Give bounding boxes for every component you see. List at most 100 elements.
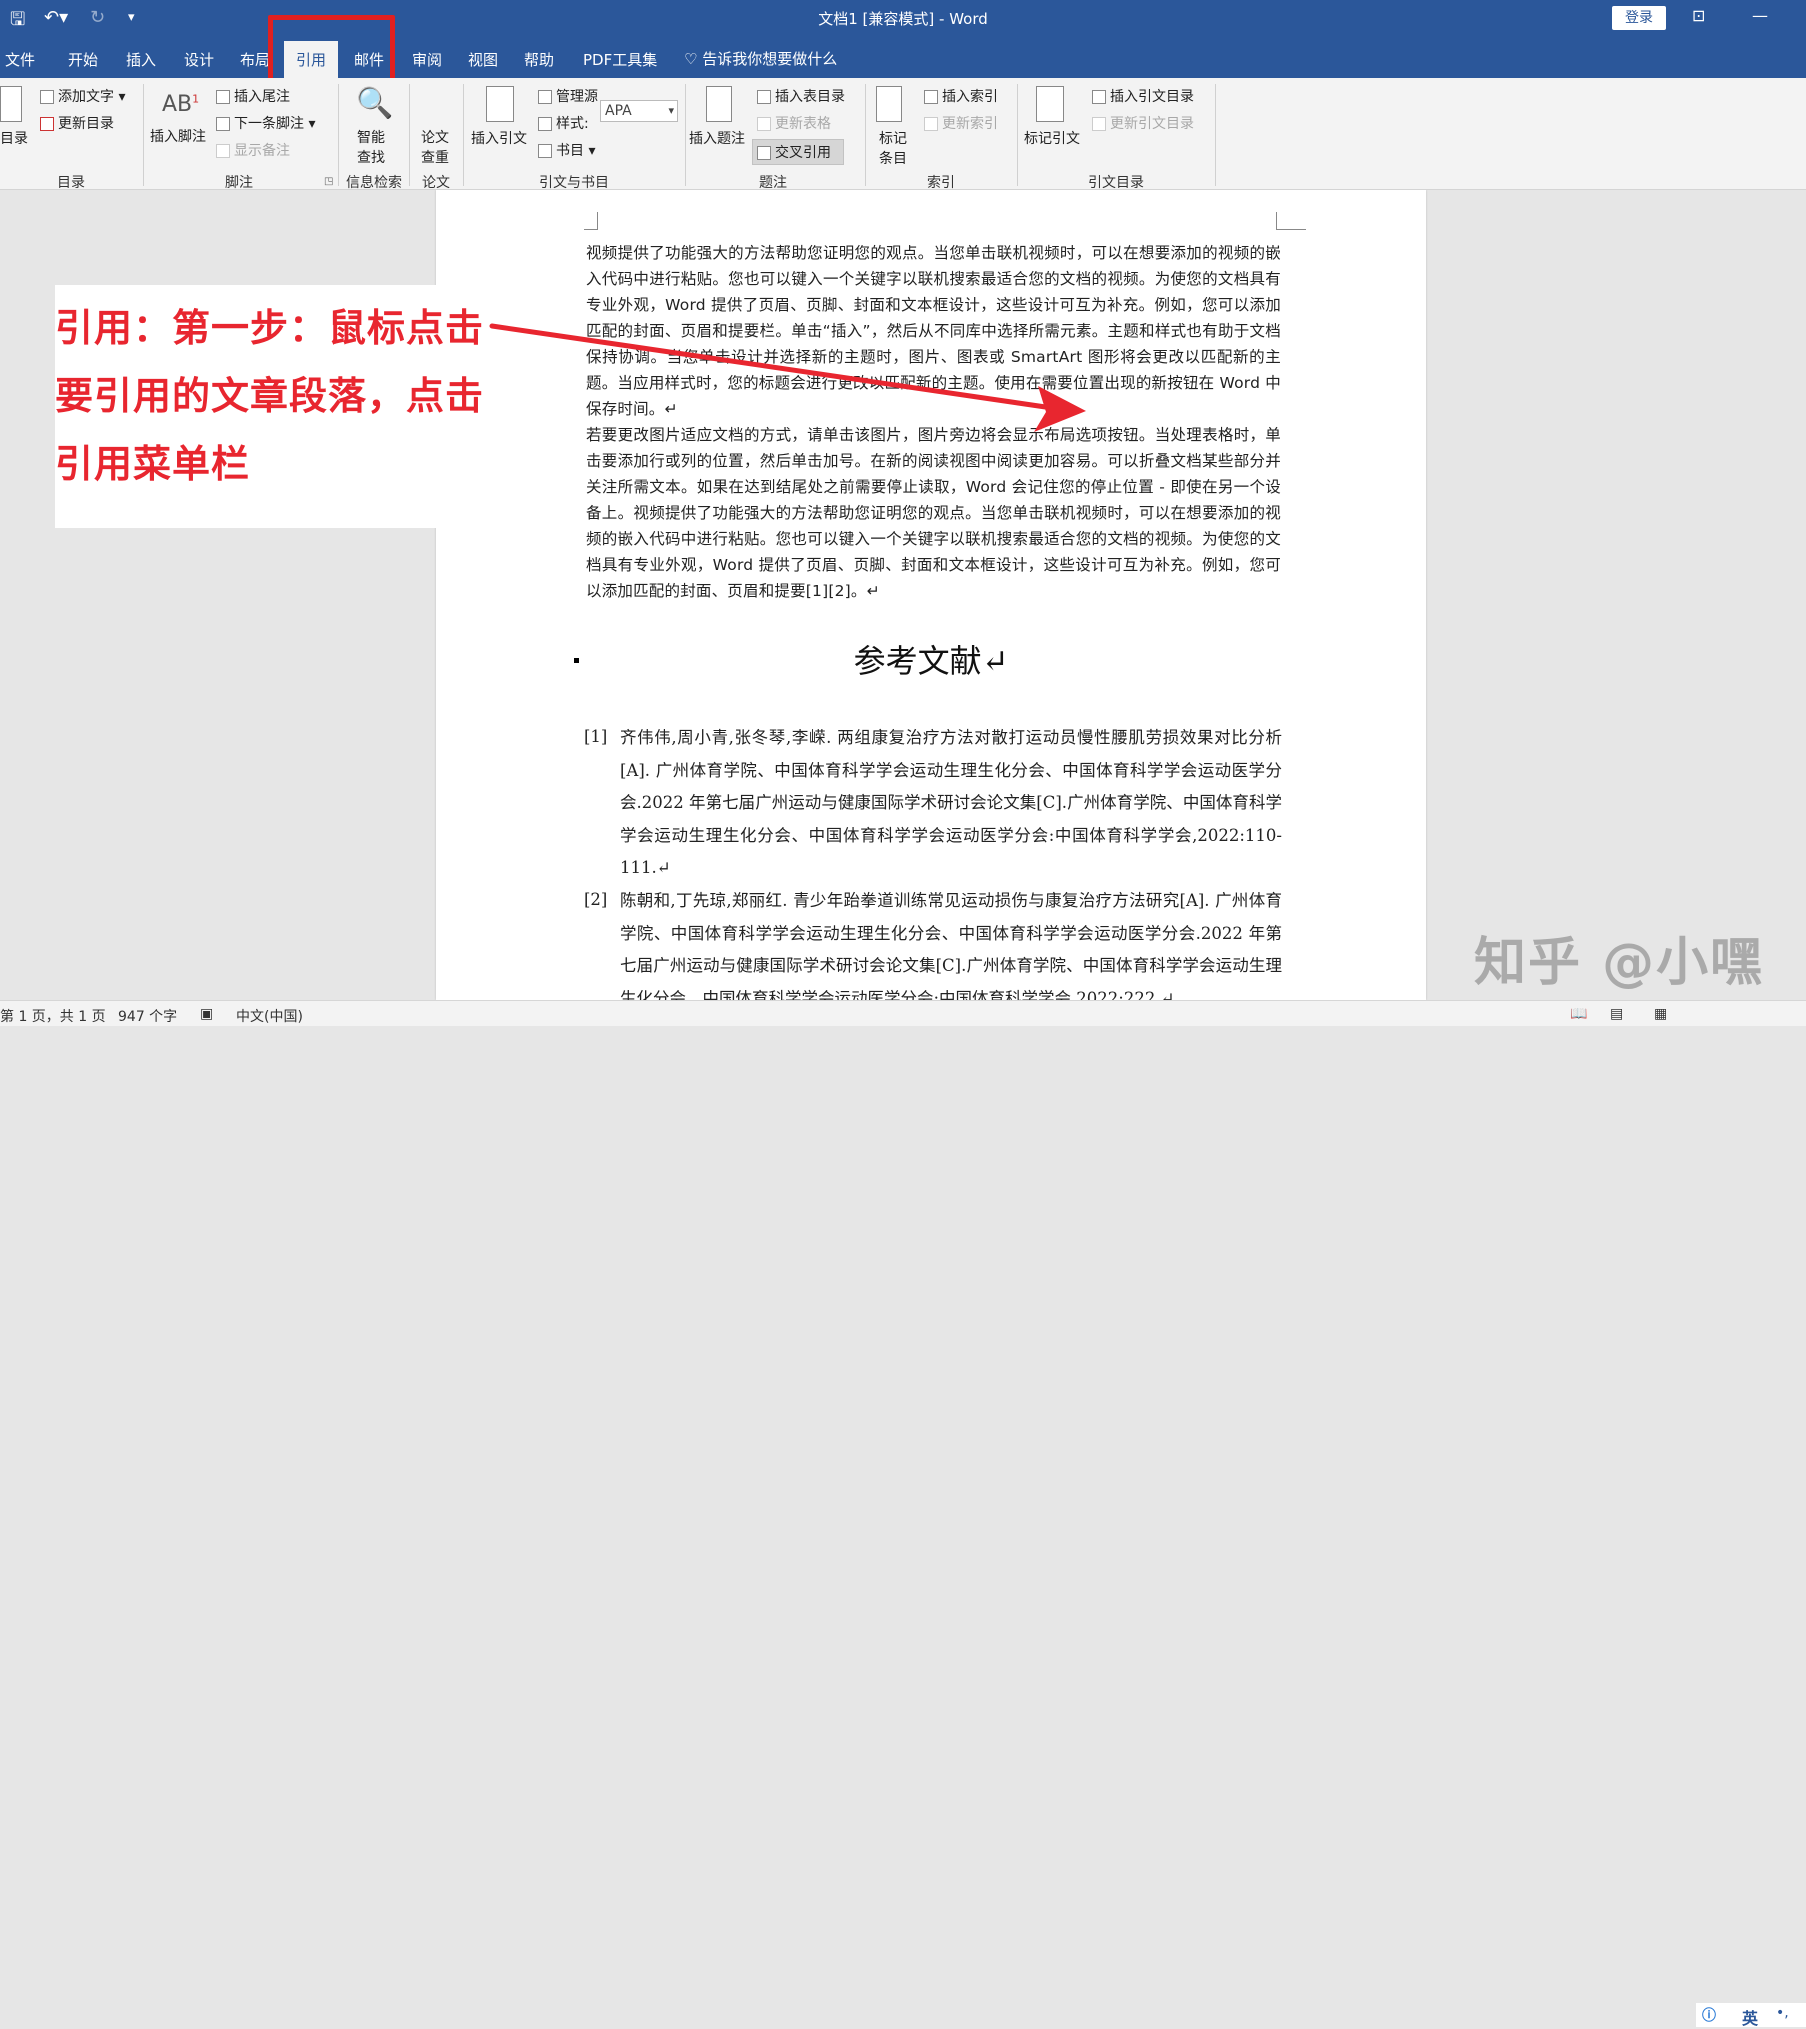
page-count[interactable]: 第 1 页，共 1 页 [0, 1006, 106, 1026]
tab-file[interactable]: 文件 [5, 49, 35, 70]
insert-tof-button[interactable]: 插入表目录 [757, 86, 845, 106]
document-page[interactable]: 视频提供了功能强大的方法帮助您证明您的观点。当您单击联机视频时，可以在想要添加的… [436, 190, 1426, 1000]
toc-button[interactable]: 目录 [0, 128, 28, 148]
cross-reference-icon [757, 146, 771, 160]
mark-entry-icon[interactable] [876, 86, 902, 122]
insert-citation-button[interactable]: 插入引文 [471, 128, 527, 148]
group-separator [865, 84, 866, 186]
update-toc-button[interactable]: 更新目录 [40, 113, 114, 133]
update-index-button[interactable]: 更新索引 [924, 113, 998, 133]
group-separator [338, 84, 339, 186]
tab-design[interactable]: 设计 [184, 49, 214, 70]
group-separator [143, 84, 144, 186]
mark-entry-label-1[interactable]: 标记 [879, 128, 907, 148]
smart-lookup-label-1[interactable]: 智能 [357, 127, 385, 147]
reference-item[interactable]: 陈朝和,丁先琼,郑丽红. 青少年跆拳道训练常见运动损伤与康复治疗方法研究[A].… [620, 885, 1282, 1000]
reference-number: [1] [584, 727, 608, 746]
smart-lookup-label-2[interactable]: 查找 [357, 147, 385, 167]
watermark: 知乎 @小嘿 [1474, 933, 1765, 993]
dialog-launcher-icon[interactable]: ◳ [324, 176, 333, 187]
web-layout-icon[interactable]: ▦ [1654, 1006, 1667, 1022]
update-toa-icon [1092, 117, 1106, 131]
tab-home[interactable]: 开始 [68, 49, 98, 70]
ime-language[interactable]: 英 [1742, 2005, 1758, 2029]
reference-number: [2] [584, 890, 608, 909]
toc-icon[interactable] [0, 86, 22, 122]
citation-style-select[interactable]: APA [600, 100, 678, 122]
update-index-icon [924, 117, 938, 131]
ribbon-display-icon[interactable]: ⊡ [1692, 6, 1705, 25]
add-text-button[interactable]: 添加文字 ▾ [40, 86, 125, 106]
update-toa-button[interactable]: 更新引文目录 [1092, 113, 1194, 133]
language-indicator[interactable]: 中文(中国) [236, 1006, 303, 1026]
mark-entry-label-2[interactable]: 条目 [879, 148, 907, 168]
status-bar: 第 1 页，共 1 页 947 个字 ▣ 中文(中国) 📖 ▤ ▦ ⓘ 英 •, [0, 1000, 1806, 2028]
references-heading[interactable]: 参考文献↵ [436, 636, 1426, 682]
tab-pdf-tools[interactable]: PDF工具集 [583, 49, 657, 70]
tab-insert[interactable]: 插入 [126, 49, 156, 70]
group-label-paper: 论文 [422, 175, 450, 191]
print-layout-icon[interactable]: ▤ [1610, 1006, 1623, 1022]
group-label-index: 索引 [927, 175, 955, 191]
insert-toa-icon [1092, 90, 1106, 104]
insert-footnote-icon[interactable]: AB1 [162, 92, 199, 117]
manage-sources-button[interactable]: 管理源 [538, 86, 598, 106]
tab-references[interactable]: 引用 [284, 41, 339, 78]
callout-line-2: 要引用的文章段落，点击 [55, 374, 485, 418]
minimize-icon[interactable]: — [1752, 6, 1768, 25]
group-separator [1215, 84, 1216, 186]
reference-item[interactable]: 齐伟伟,周小青,张冬琴,李嵘. 两组康复治疗方法对散打运动员慢性腰肌劳损效果对比… [620, 722, 1282, 885]
crop-mark [1276, 212, 1306, 230]
group-label-toc: 目录 [57, 175, 85, 191]
insert-tof-icon [757, 90, 771, 104]
word-count[interactable]: 947 个字 [118, 1006, 177, 1026]
next-footnote-button[interactable]: 下一条脚注 ▾ [216, 113, 315, 133]
ime-toolbar[interactable]: ⓘ 英 •, [1696, 2003, 1806, 2029]
ime-mode-icon[interactable]: •, [1776, 2005, 1789, 2021]
group-label-toa: 引文目录 [1088, 175, 1144, 191]
insert-citation-icon[interactable] [486, 86, 514, 122]
group-label-citations: 引文与书目 [539, 175, 609, 191]
mark-citation-button[interactable]: 标记引文 [1024, 128, 1080, 148]
insert-index-button[interactable]: 插入索引 [924, 86, 998, 106]
cross-reference-button[interactable]: 交叉引用 [757, 142, 831, 162]
insert-caption-button[interactable]: 插入题注 [689, 128, 745, 148]
group-separator [685, 84, 686, 186]
body-paragraph-2[interactable]: 若要更改图片适应文档的方式，请单击该图片，图片旁边将会显示布局选项按钮。当处理表… [586, 422, 1281, 604]
callout-line-3: 引用菜单栏 [55, 442, 251, 486]
show-notes-button[interactable]: 显示备注 [216, 140, 290, 160]
next-footnote-icon [216, 117, 230, 131]
paper-check-label-1[interactable]: 论文 [421, 127, 449, 147]
tab-mailings[interactable]: 邮件 [354, 49, 384, 70]
update-table-button[interactable]: 更新表格 [757, 113, 831, 133]
insert-caption-icon[interactable] [706, 86, 732, 122]
insert-toa-button[interactable]: 插入引文目录 [1092, 86, 1194, 106]
read-mode-icon[interactable]: 📖 [1570, 1006, 1587, 1022]
update-table-icon [757, 117, 771, 131]
smart-lookup-icon[interactable]: 🔍 [356, 86, 393, 121]
group-label-research: 信息检索 [346, 175, 402, 191]
tab-help[interactable]: 帮助 [524, 49, 554, 70]
proofing-icon[interactable]: ▣ [200, 1006, 213, 1022]
annotation-callout: 引用：第一步：鼠标点击 要引用的文章段落，点击 引用菜单栏 [55, 285, 483, 528]
paper-check-label-2[interactable]: 查重 [421, 147, 449, 167]
callout-line-1: 引用：第一步：鼠标点击 [55, 306, 485, 350]
bibliography-button[interactable]: 书目 ▾ [538, 140, 595, 160]
insert-footnote-button[interactable]: 插入脚注 [150, 126, 206, 146]
body-paragraph-1[interactable]: 视频提供了功能强大的方法帮助您证明您的观点。当您单击联机视频时，可以在想要添加的… [586, 240, 1281, 422]
ifly-logo-icon: ⓘ [1702, 2008, 1716, 2024]
tab-view[interactable]: 视图 [468, 49, 498, 70]
tab-review[interactable]: 审阅 [412, 49, 442, 70]
ribbon-tabs [0, 36, 1806, 78]
insert-endnote-icon [216, 90, 230, 104]
manage-sources-icon [538, 90, 552, 104]
lightbulb-icon: ♡ [684, 50, 698, 68]
tab-layout[interactable]: 布局 [240, 49, 270, 70]
mark-citation-icon[interactable] [1036, 86, 1064, 122]
group-label-footnotes: 脚注 [225, 175, 253, 191]
window-title: 文档1 [兼容模式] - Word [818, 10, 988, 28]
insert-endnote-button[interactable]: 插入尾注 [216, 86, 290, 106]
tell-me-box[interactable]: ♡ 告诉我你想要做什么 [684, 48, 837, 69]
group-label-captions: 题注 [759, 175, 787, 191]
login-button[interactable]: 登录 [1612, 6, 1666, 30]
